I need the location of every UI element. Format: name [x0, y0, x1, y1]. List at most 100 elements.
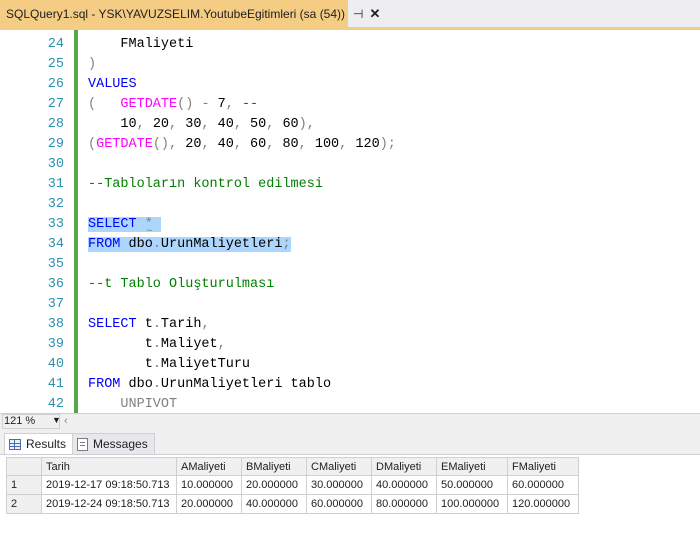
code-line[interactable]: 40 t.MaliyetTuru	[0, 355, 700, 375]
code-line[interactable]: 34 FROM dbo.UrunMaliyetleri;	[0, 235, 700, 255]
column-header-fmaliyeti[interactable]: FMaliyeti	[507, 457, 579, 476]
grid-cell[interactable]: 20.000000	[176, 494, 242, 514]
line-number: 34	[47, 237, 64, 252]
code-token: 60	[282, 117, 299, 132]
table-row[interactable]: 2 2019-12-24 09:18:50.713 20.000000 40.0…	[6, 494, 579, 514]
line-number: 42	[47, 397, 64, 412]
code-token: 120	[355, 137, 380, 152]
code-line[interactable]: 36 --t Tablo Oluşturulması	[0, 275, 700, 295]
code-text: 10, 20, 30, 40, 50, 60),	[88, 115, 314, 135]
code-token: 40	[217, 137, 234, 152]
column-header-rownum[interactable]	[6, 457, 42, 476]
line-number: 38	[47, 317, 64, 332]
grid-cell[interactable]: 10.000000	[176, 475, 242, 495]
code-line[interactable]: 29 (GETDATE(), 20, 40, 60, 80, 100, 120);	[0, 135, 700, 155]
column-header-dmaliyeti[interactable]: DMaliyeti	[371, 457, 437, 476]
code-token: (	[88, 97, 121, 112]
code-token: SELECT	[88, 317, 137, 332]
code-token: UNPIVOT	[88, 397, 178, 412]
code-line[interactable]: 32	[0, 195, 700, 215]
grid-cell[interactable]: 120.000000	[507, 494, 579, 514]
column-header-amaliyeti[interactable]: AMaliyeti	[176, 457, 242, 476]
grid-cell[interactable]: 60.000000	[306, 494, 372, 514]
pin-icon[interactable]: ⊣	[353, 7, 363, 21]
line-number: 24	[47, 37, 64, 52]
code-token: GETDATE	[120, 97, 178, 112]
grid-cell[interactable]: 2019-12-17 09:18:50.713	[41, 475, 177, 495]
grid-cell[interactable]: 20.000000	[241, 475, 307, 495]
code-line[interactable]: 41 FROM dbo.UrunMaliyetleri tablo	[0, 375, 700, 395]
grid-cell[interactable]: 50.000000	[436, 475, 508, 495]
code-line[interactable]: 26 VALUES	[0, 75, 700, 95]
code-token: VALUES	[88, 77, 137, 92]
tab-messages[interactable]: Messages	[72, 433, 155, 454]
code-token: Tarih	[160, 317, 202, 332]
line-number: 39	[47, 337, 64, 352]
code-line[interactable]: 35	[0, 255, 700, 275]
code-token: ,	[233, 117, 251, 132]
code-token: dbo	[120, 237, 153, 252]
row-number[interactable]: 2	[6, 494, 42, 514]
grid-cell[interactable]: 30.000000	[306, 475, 372, 495]
code-token: ()	[177, 97, 194, 112]
grid-cell[interactable]: 2019-12-24 09:18:50.713	[41, 494, 177, 514]
query-editor[interactable]: 24 FMaliyeti 25) 26 VALUES 27( GETDATE() - 7…	[0, 30, 700, 413]
results-grid[interactable]: Tarih AMaliyeti BMaliyeti CMaliyeti DMal…	[6, 457, 579, 514]
code-token: ,	[266, 137, 283, 152]
close-icon[interactable]: ✕	[369, 6, 380, 22]
editor-status-bar: 121 % ▼ ‹	[0, 413, 700, 430]
table-row[interactable]: 1 2019-12-17 09:18:50.713 10.000000 20.0…	[6, 475, 579, 495]
scroll-left-icon[interactable]: ‹	[64, 415, 68, 427]
column-header-bmaliyeti[interactable]: BMaliyeti	[241, 457, 307, 476]
code-token: 10	[88, 117, 137, 132]
code-token: -	[201, 97, 210, 112]
column-header-tarih[interactable]: Tarih	[41, 457, 177, 476]
grid-cell[interactable]: 40.000000	[241, 494, 307, 514]
grid-cell[interactable]: 80.000000	[371, 494, 437, 514]
document-tab-strip: SQLQuery1.sql - YSK\YAVUZSELIM.YoutubeEg…	[0, 0, 700, 30]
column-header-cmaliyeti[interactable]: CMaliyeti	[306, 457, 372, 476]
code-token: ,	[225, 97, 234, 112]
code-line[interactable]: 38 SELECT t.Tarih,	[0, 315, 700, 335]
code-token: t	[136, 317, 153, 332]
chevron-down-icon[interactable]: ▼	[52, 415, 61, 425]
grid-cell[interactable]: 60.000000	[507, 475, 579, 495]
code-line[interactable]: 42 UNPIVOT	[0, 395, 700, 413]
code-line[interactable]: 33 SELECT *	[0, 215, 700, 235]
code-token: FMaliyeti	[88, 37, 194, 52]
code-token: .	[152, 237, 161, 252]
code-token: --t Tablo Oluşturulması	[88, 277, 275, 292]
line-number: 36	[47, 277, 64, 292]
document-tab[interactable]: SQLQuery1.sql - YSK\YAVUZSELIM.YoutubeEg…	[0, 0, 380, 27]
code-line[interactable]: 39 t.Maliyet,	[0, 335, 700, 355]
column-header-emaliyeti[interactable]: EMaliyeti	[436, 457, 508, 476]
code-token: 30	[185, 117, 202, 132]
tab-messages-label: Messages	[93, 437, 148, 451]
code-line[interactable]: 30	[0, 155, 700, 175]
grid-header-row: Tarih AMaliyeti BMaliyeti CMaliyeti DMal…	[6, 457, 579, 476]
code-token: ,	[298, 137, 315, 152]
code-line[interactable]: 24 FMaliyeti	[0, 35, 700, 55]
line-number: 41	[47, 377, 64, 392]
code-line[interactable]: 28 10, 20, 30, 40, 50, 60),	[0, 115, 700, 135]
code-token: ,	[169, 117, 186, 132]
tab-results[interactable]: Results	[4, 433, 74, 454]
line-number: 33	[47, 217, 64, 232]
code-line[interactable]: 37	[0, 295, 700, 315]
code-token: 20	[152, 117, 170, 132]
results-tab-strip: Results Messages	[0, 430, 700, 455]
code-text: FROM dbo.UrunMaliyetleri tablo	[88, 375, 331, 395]
code-line[interactable]: 27 ( GETDATE() - 7, --	[0, 95, 700, 115]
code-token: FROM	[88, 377, 121, 392]
code-token: t	[88, 337, 153, 352]
grid-cell[interactable]: 40.000000	[371, 475, 437, 495]
code-line[interactable]: 31 --Tabloların kontrol edilmesi	[0, 175, 700, 195]
code-token: );	[379, 137, 396, 152]
row-number[interactable]: 1	[6, 475, 42, 495]
code-token: ,	[217, 337, 226, 352]
code-text: VALUES	[88, 75, 137, 95]
grid-cell[interactable]: 100.000000	[436, 494, 508, 514]
code-token: Maliyet	[160, 337, 218, 352]
code-token: UrunMaliyetleri tablo	[160, 377, 332, 392]
code-line[interactable]: 25)	[0, 55, 700, 75]
